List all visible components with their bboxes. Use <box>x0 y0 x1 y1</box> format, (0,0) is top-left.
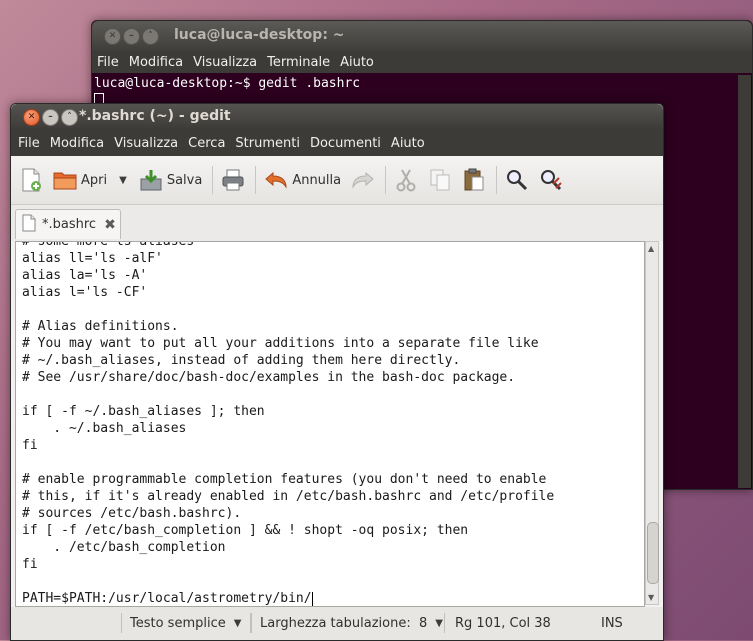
text-editor[interactable]: # some more ls aliases alias ll='ls -alF… <box>15 241 645 607</box>
document-icon <box>22 214 36 236</box>
gedit-menubar: File Modifica Visualizza Cerca Strumenti… <box>11 130 663 156</box>
terminal-menu-file[interactable]: File <box>96 55 120 70</box>
save-icon <box>139 168 163 192</box>
open-button[interactable]: Apri <box>53 168 107 192</box>
search-replace-icon <box>539 168 563 192</box>
code-content: # some more ls aliases alias ll='ls -alF… <box>16 241 555 606</box>
new-document-icon <box>19 168 43 192</box>
code-line: # You may want to put all your additions… <box>22 336 539 351</box>
tab-label: *.bashrc <box>42 217 97 232</box>
cut-button[interactable] <box>394 168 418 192</box>
menu-cerca[interactable]: Cerca <box>187 136 226 151</box>
close-icon[interactable]: ✕ <box>104 28 121 45</box>
terminal-menu-terminale[interactable]: Terminale <box>266 55 331 70</box>
code-line: # Alias definitions. <box>22 319 179 334</box>
code-line: fi <box>22 557 38 572</box>
menu-modifica[interactable]: Modifica <box>49 136 105 151</box>
editor-scrollbar[interactable]: ▲ ▼ <box>645 241 659 605</box>
document-tabbar: *.bashrc ✖ <box>11 205 663 241</box>
insert-mode: INS <box>601 615 623 631</box>
toolbar-separator <box>255 166 257 194</box>
code-line: alias l='ls -CF' <box>22 285 148 300</box>
code-line: alias la='ls -A' <box>22 268 148 283</box>
gedit-window[interactable]: ✕ – ˄ *.bashrc (~) - gedit File Modifica… <box>10 103 664 641</box>
terminal-titlebar[interactable]: ✕ – ˄ luca@luca-desktop: ~ <box>92 21 752 51</box>
tab-width-label: Larghezza tabulazione: 8 <box>260 615 428 631</box>
save-button[interactable]: Salva <box>139 168 203 192</box>
undo-button[interactable]: Annulla <box>264 168 341 192</box>
code-line: # ~/.bash_aliases, instead of adding the… <box>22 353 461 368</box>
terminal-title: luca@luca-desktop: ~ <box>174 27 345 43</box>
gedit-title: *.bashrc (~) - gedit <box>79 108 231 124</box>
tab-width-selector[interactable]: Larghezza tabulazione: 8 ▼ <box>251 613 445 633</box>
code-line: alias ll='ls -alF' <box>22 251 163 266</box>
code-line: . ~/.bash_aliases <box>22 421 187 436</box>
language-label: Testo semplice <box>130 615 226 631</box>
menu-aiuto[interactable]: Aiuto <box>390 136 426 151</box>
terminal-menu-visualizza[interactable]: Visualizza <box>192 55 258 70</box>
print-button[interactable] <box>221 168 245 192</box>
menu-file[interactable]: File <box>17 136 41 151</box>
code-line: fi <box>22 438 38 453</box>
terminal-scrollbar[interactable] <box>738 75 751 488</box>
terminal-prompt-line: luca@luca-desktop:~$ gedit .bashrc <box>94 76 361 91</box>
save-label: Salva <box>166 172 203 188</box>
cursor-position: Rg 101, Col 38 <box>455 615 551 631</box>
search-icon <box>505 168 529 192</box>
code-line: . /etc/bash_completion <box>22 540 226 555</box>
clipboard-icon <box>462 168 486 192</box>
terminal-menubar: File Modifica Visualizza Terminale Aiuto <box>92 51 752 73</box>
code-line: # enable programmable completion feature… <box>22 472 547 487</box>
chevron-down-icon: ▼ <box>233 617 242 629</box>
terminal-menu-aiuto[interactable]: Aiuto <box>339 55 375 70</box>
maximize-icon[interactable]: ˄ <box>61 109 78 126</box>
search-replace-button[interactable] <box>539 168 563 192</box>
minimize-icon[interactable]: – <box>42 109 59 126</box>
chevron-down-icon: ▼ <box>435 617 443 629</box>
gedit-titlebar[interactable]: ✕ – ˄ *.bashrc (~) - gedit <box>11 104 663 130</box>
toolbar-separator <box>212 166 214 194</box>
scroll-up-icon[interactable]: ▲ <box>648 244 654 253</box>
code-line: # some more ls aliases <box>22 241 195 249</box>
search-button[interactable] <box>505 168 529 192</box>
toolbar-separator <box>496 166 498 194</box>
redo-icon <box>351 168 375 192</box>
open-label: Apri <box>81 172 108 188</box>
code-line: PATH=$PATH:/usr/local/astrometry/bin/ <box>22 591 312 606</box>
tab-bashrc[interactable]: *.bashrc ✖ <box>15 209 121 239</box>
minimize-icon[interactable]: – <box>123 28 140 45</box>
tab-close-icon[interactable]: ✖ <box>104 217 116 233</box>
code-line: if [ -f /etc/bash_completion ] && ! shop… <box>22 523 469 538</box>
text-cursor <box>311 591 313 606</box>
terminal-menu-modifica[interactable]: Modifica <box>128 55 184 70</box>
folder-icon <box>53 168 77 192</box>
menu-documenti[interactable]: Documenti <box>309 136 382 151</box>
menu-visualizza[interactable]: Visualizza <box>113 136 179 151</box>
scissors-icon <box>394 168 418 192</box>
copy-button[interactable] <box>428 168 452 192</box>
maximize-icon[interactable]: ˄ <box>142 28 159 45</box>
code-line: # sources /etc/bash.bashrc). <box>22 506 242 521</box>
language-selector[interactable]: Testo semplice ▼ <box>121 613 251 633</box>
paste-button[interactable] <box>462 168 486 192</box>
copy-icon <box>428 168 452 192</box>
undo-label: Annulla <box>292 172 342 188</box>
code-line: # See /usr/share/doc/bash-doc/examples i… <box>22 370 516 385</box>
new-document-button[interactable] <box>19 168 43 192</box>
scroll-down-icon[interactable]: ▼ <box>648 593 654 602</box>
statusbar: Testo semplice ▼ Larghezza tabulazione: … <box>11 607 663 640</box>
close-icon[interactable]: ✕ <box>23 109 40 126</box>
toolbar-separator <box>385 166 387 194</box>
code-line: if [ -f ~/.bash_aliases ]; then <box>22 404 265 419</box>
scrollbar-thumb[interactable] <box>647 522 659 584</box>
code-line: # this, if it's already enabled in /etc/… <box>22 489 555 504</box>
gedit-toolbar: Apri ▼ Salva Annulla <box>11 156 663 205</box>
menu-strumenti[interactable]: Strumenti <box>234 136 301 151</box>
redo-button[interactable] <box>351 168 375 192</box>
undo-icon <box>264 168 288 192</box>
open-dropdown-icon[interactable]: ▼ <box>119 175 127 186</box>
print-icon <box>221 168 245 192</box>
